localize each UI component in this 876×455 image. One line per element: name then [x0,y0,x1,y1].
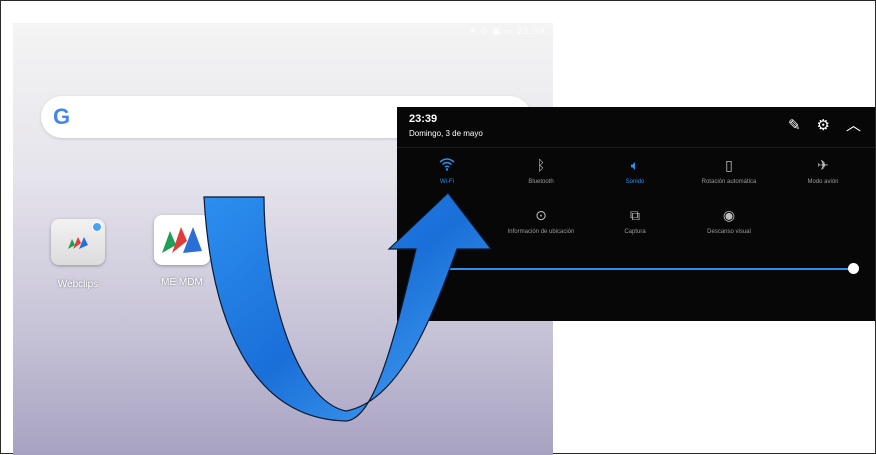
quick-settings-panel: 23:39 Domingo, 3 de mayo ✎ ⚙ ︿ Wi-Fi ᛒ B… [397,107,875,321]
app-webclips[interactable]: Webclips [43,219,113,290]
tile-label: Captura [624,229,646,235]
app-label: ME MDM [161,277,203,288]
divider [397,147,875,148]
rotation-icon: ▯ [725,158,733,174]
airplane-icon: ✈ [817,158,829,174]
tile-label: Sonido [625,179,645,185]
me-mdm-icon [154,215,210,265]
folder-icon [51,219,105,265]
clock: 23:39 [409,113,438,125]
tile-label: Modo avión [807,179,839,185]
date: Domingo, 3 de mayo [409,129,483,138]
app-label: Webclips [57,279,99,290]
tile-label: Descanso visual [707,229,751,235]
tile-airplane[interactable]: ✈ Modo avión [775,157,871,185]
tile-label: Información de ubicación [507,229,575,235]
qs-header-actions: ✎ ⚙ ︿ [788,117,861,133]
screenshot-icon: ⧉ [630,208,640,224]
screenshot-frame: ⁕ ⊙ ▣ ▭ 23:39 G Webclips ME MDM 23:39 Do… [0,0,876,455]
chevron-up-icon[interactable]: ︿ [846,117,861,133]
tile-screenshot[interactable]: ⧉ Captura [587,207,683,235]
me-mdm-logo-icon [162,227,202,253]
tile-wifi[interactable]: Wi-Fi [399,157,495,185]
brightness-slider-thumb[interactable] [848,263,859,274]
notification-dot [92,222,102,232]
tile-bluetooth[interactable]: ᛒ Bluetooth [493,157,589,185]
tile-location[interactable]: ⊙ Información de ubicación [493,207,589,235]
bluetooth-icon: ᛒ [536,158,546,174]
sound-icon: 🔈︎ [630,158,640,174]
brightness-slider-track[interactable] [437,268,853,270]
tile-eye-comfort[interactable]: ◉ Descanso visual [681,207,777,235]
tile-label: Bluetooth [528,179,554,185]
tile-label: Wi-Fi [440,179,454,185]
wifi-icon [399,157,495,175]
edit-icon[interactable]: ✎ [788,117,801,133]
tile-sound[interactable]: 🔈︎ Sonido [587,157,683,185]
tile-rotation[interactable]: ▯ Rotación automática [681,157,777,185]
tile-label: Rotación automática [701,179,757,185]
app-me-mdm[interactable]: ME MDM [147,215,217,288]
google-logo-icon: G [53,104,71,129]
status-bar: ⁕ ⊙ ▣ ▭ 23:39 [469,27,545,37]
gear-icon[interactable]: ⚙ [817,117,830,133]
eye-icon: ◉ [722,208,736,224]
location-icon: ⊙ [535,208,547,224]
